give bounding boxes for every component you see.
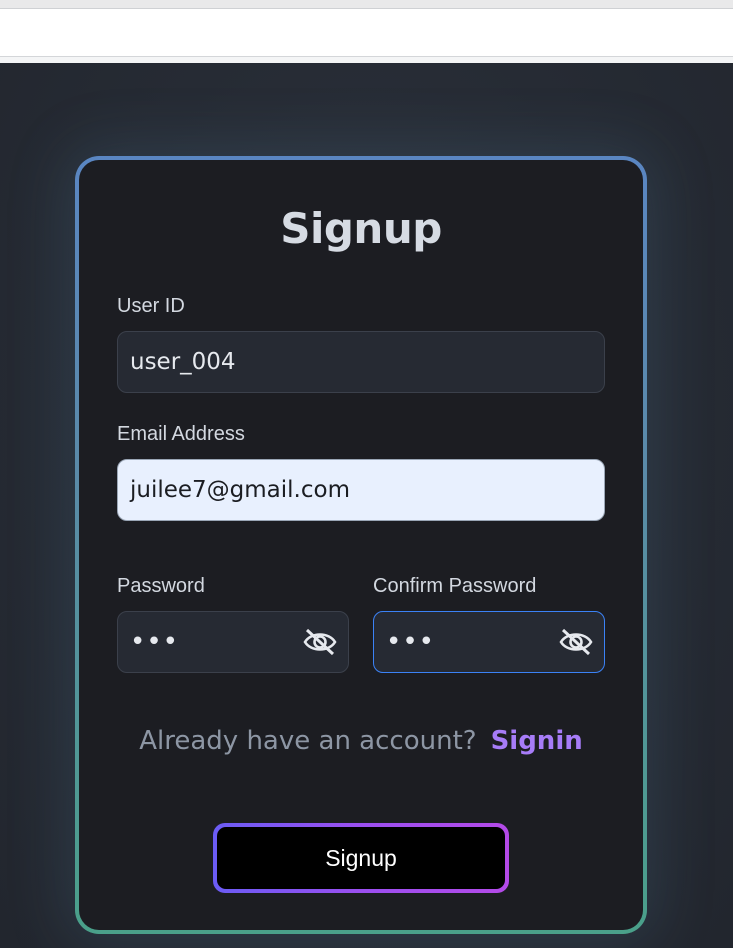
email-input[interactable]: juilee7@gmail.com xyxy=(117,459,605,521)
signin-prompt-text: Already have an account? xyxy=(139,726,477,756)
browser-tab-strip xyxy=(0,0,733,9)
password-input[interactable]: ••• xyxy=(117,611,349,673)
password-label: Password xyxy=(117,575,205,597)
confirm-password-masked-value: ••• xyxy=(386,627,436,657)
eye-off-icon[interactable] xyxy=(302,627,338,657)
signup-page: Signup User ID user_004 Email Address ju… xyxy=(0,63,733,948)
user-id-label: User ID xyxy=(117,295,185,317)
form-title: Signup xyxy=(280,204,442,253)
signin-prompt-row: Already have an account? Signin xyxy=(79,726,643,756)
signin-link[interactable]: Signin xyxy=(491,726,583,756)
confirm-password-label: Confirm Password xyxy=(373,575,537,597)
signup-button-border: Signup xyxy=(213,823,509,893)
password-masked-value: ••• xyxy=(130,627,180,657)
user-id-input[interactable]: user_004 xyxy=(117,331,605,393)
signup-card-border: Signup User ID user_004 Email Address ju… xyxy=(75,156,647,934)
confirm-password-input[interactable]: ••• xyxy=(373,611,605,673)
email-label: Email Address xyxy=(117,423,245,445)
signup-button[interactable]: Signup xyxy=(217,827,505,889)
eye-off-icon[interactable] xyxy=(558,627,594,657)
browser-address-bar[interactable] xyxy=(0,9,733,57)
signup-card: Signup User ID user_004 Email Address ju… xyxy=(79,160,643,930)
